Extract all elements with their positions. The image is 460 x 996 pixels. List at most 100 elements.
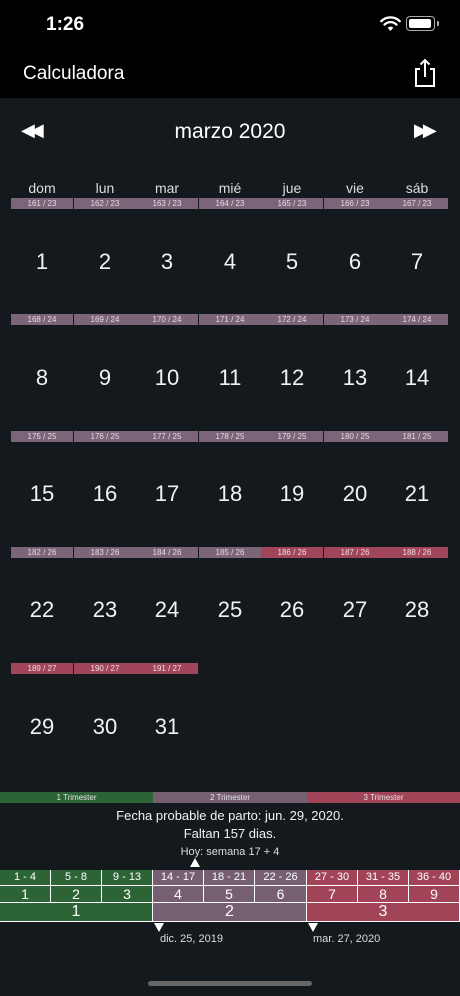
calendar-day[interactable]: 5 bbox=[261, 249, 323, 275]
week-range-cell: 22 - 26 bbox=[255, 870, 307, 886]
calendar-day[interactable]: 23 bbox=[74, 597, 136, 623]
week-range-cell: 36 - 40 bbox=[409, 870, 460, 886]
month-cell: 1 bbox=[0, 886, 51, 903]
calendar-day[interactable]: 10 bbox=[136, 365, 198, 391]
calendar-day[interactable]: 24 bbox=[136, 597, 198, 623]
calendar-day[interactable]: 22 bbox=[11, 597, 73, 623]
week-range-cell: 18 - 21 bbox=[204, 870, 255, 886]
status-bar: 1:26 bbox=[0, 0, 460, 50]
day-week-tag: 176 / 25 bbox=[74, 431, 136, 442]
week-range-cell: 14 - 17 bbox=[153, 870, 204, 886]
day-week-tag: 170 / 24 bbox=[136, 314, 198, 325]
month-title: marzo 2020 bbox=[174, 120, 286, 143]
day-week-tag: 175 / 25 bbox=[11, 431, 73, 442]
day-week-tag: 172 / 24 bbox=[261, 314, 323, 325]
next-month-icon[interactable]: ▶▶ bbox=[414, 120, 437, 141]
calendar-day[interactable]: 6 bbox=[324, 249, 386, 275]
start-marker-icon bbox=[154, 923, 164, 932]
calendar-day[interactable]: 2 bbox=[74, 249, 136, 275]
week-range-cell: 5 - 8 bbox=[51, 870, 102, 886]
weekday-label: lun bbox=[95, 180, 115, 196]
day-week-tag: 190 / 27 bbox=[74, 663, 136, 674]
calendar-day[interactable]: 11 bbox=[199, 365, 261, 391]
month-cell: 4 bbox=[153, 886, 204, 903]
day-week-tag: 162 / 23 bbox=[74, 198, 136, 209]
battery-icon bbox=[406, 16, 439, 31]
days-remaining-text: Faltan 157 dias. bbox=[183, 826, 277, 841]
month-cell: 2 bbox=[51, 886, 102, 903]
start-date-label: dic. 25, 2019 bbox=[160, 933, 223, 945]
week-range-cell: 1 - 4 bbox=[0, 870, 51, 886]
calendar-day[interactable]: 16 bbox=[74, 481, 136, 507]
day-week-tag: 189 / 27 bbox=[11, 663, 73, 674]
trimester-cell: 2 bbox=[153, 903, 307, 922]
month-cell: 8 bbox=[358, 886, 409, 903]
day-week-tag: 187 / 26 bbox=[324, 547, 386, 558]
day-week-tag: 191 / 27 bbox=[136, 663, 198, 674]
calendar-day[interactable]: 14 bbox=[386, 365, 448, 391]
trimester-cell: 3 bbox=[307, 903, 460, 922]
weekday-label: dom bbox=[28, 180, 56, 196]
day-week-tag: 181 / 25 bbox=[386, 431, 448, 442]
day-week-tag: 168 / 24 bbox=[11, 314, 73, 325]
calendar-day[interactable]: 31 bbox=[136, 714, 198, 740]
trimester-3-marker-icon bbox=[308, 923, 318, 932]
today-marker-icon bbox=[190, 858, 200, 867]
due-date-text: Fecha probable de parto: jun. 29, 2020. bbox=[116, 808, 344, 823]
calendar-day[interactable]: 8 bbox=[11, 365, 73, 391]
calendar-day[interactable]: 4 bbox=[199, 249, 261, 275]
day-week-tag: 177 / 25 bbox=[136, 431, 198, 442]
day-week-tag: 173 / 24 bbox=[324, 314, 386, 325]
calendar-day[interactable]: 19 bbox=[261, 481, 323, 507]
calendar-day[interactable]: 28 bbox=[386, 597, 448, 623]
calendar-day[interactable]: 30 bbox=[74, 714, 136, 740]
calendar-day[interactable]: 9 bbox=[74, 365, 136, 391]
day-week-tag: 169 / 24 bbox=[74, 314, 136, 325]
home-indicator bbox=[148, 981, 312, 986]
calendar-day[interactable]: 20 bbox=[324, 481, 386, 507]
calendar-day[interactable]: 21 bbox=[386, 481, 448, 507]
day-week-tag: 163 / 23 bbox=[136, 198, 198, 209]
calendar-day[interactable]: 1 bbox=[11, 249, 73, 275]
calendar-day[interactable]: 17 bbox=[136, 481, 198, 507]
calendar-day[interactable]: 26 bbox=[261, 597, 323, 623]
weekday-label: vie bbox=[346, 180, 364, 196]
calendar-day[interactable]: 7 bbox=[386, 249, 448, 275]
weekday-label: mar bbox=[154, 180, 180, 196]
month-cell: 9 bbox=[409, 886, 460, 903]
day-week-tag: 174 / 24 bbox=[386, 314, 448, 325]
month-navigation: ◀◀ marzo 2020 ▶▶ bbox=[0, 110, 460, 154]
nav-title: Calculadora bbox=[23, 63, 125, 84]
share-icon[interactable] bbox=[412, 58, 438, 93]
status-time: 1:26 bbox=[46, 14, 85, 35]
trimester-cell: 1 bbox=[0, 903, 153, 922]
day-week-tag: 161 / 23 bbox=[11, 198, 73, 209]
day-week-tag: 185 / 26 bbox=[199, 547, 261, 558]
calendar-day[interactable]: 15 bbox=[11, 481, 73, 507]
today-label: Hoy: semana 17 + 4 bbox=[180, 846, 280, 858]
calendar-day[interactable]: 29 bbox=[11, 714, 73, 740]
trimester-3-segment: 3 Trimester bbox=[307, 792, 460, 803]
day-week-tag: 178 / 25 bbox=[199, 431, 261, 442]
day-week-tag: 186 / 26 bbox=[261, 547, 323, 558]
calendar-day[interactable]: 13 bbox=[324, 365, 386, 391]
day-week-tag: 164 / 23 bbox=[199, 198, 261, 209]
calendar-day[interactable]: 25 bbox=[199, 597, 261, 623]
weekday-label: mié bbox=[218, 180, 242, 196]
week-range-cell: 31 - 35 bbox=[358, 870, 409, 886]
calendar-day[interactable]: 27 bbox=[324, 597, 386, 623]
calendar-day[interactable]: 18 bbox=[199, 481, 261, 507]
calendar-day[interactable]: 3 bbox=[136, 249, 198, 275]
day-week-tag: 179 / 25 bbox=[261, 431, 323, 442]
day-week-tag: 166 / 23 bbox=[324, 198, 386, 209]
week-range-cell: 27 - 30 bbox=[307, 870, 358, 886]
weekday-label: sáb bbox=[405, 180, 429, 196]
day-week-tag: 171 / 24 bbox=[199, 314, 261, 325]
day-week-tag: 184 / 26 bbox=[136, 547, 198, 558]
day-week-tag: 165 / 23 bbox=[261, 198, 323, 209]
month-cell: 7 bbox=[307, 886, 358, 903]
wifi-icon bbox=[380, 16, 401, 37]
day-week-tag: 180 / 25 bbox=[324, 431, 386, 442]
month-cell: 6 bbox=[255, 886, 307, 903]
calendar-day[interactable]: 12 bbox=[261, 365, 323, 391]
